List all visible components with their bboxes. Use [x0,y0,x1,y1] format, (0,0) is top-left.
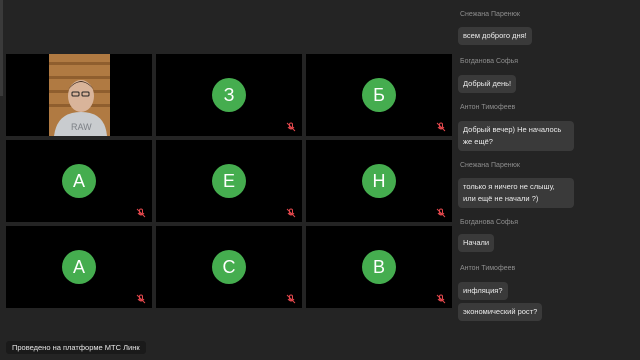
chat-message: только я ничего не слышу, или ещё не нач… [458,178,574,208]
participant-avatar: Н [362,164,396,198]
mic-muted-icon [436,294,446,304]
chat-author: Богданова Софья [460,58,519,65]
participant-tile[interactable]: А [6,226,152,308]
svg-text:RAW: RAW [71,122,92,132]
chat-panel: Снежана Паренюк всем доброго дня! Богдан… [452,0,640,360]
mic-muted-icon [436,122,446,132]
chat-message: инфляция? [458,282,508,300]
participant-avatar: А [62,164,96,198]
chat-message: Добрый вечер) Не началось же ещё? [458,121,574,151]
window-edge [0,0,3,96]
participant-avatar: В [362,250,396,284]
chat-message: экономический рост? [458,303,543,321]
participant-tile[interactable]: Б [306,54,452,136]
participant-avatar: Б [362,78,396,112]
participant-tile[interactable]: С [156,226,302,308]
chat-author: Антон Тимофеев [460,265,516,272]
platform-footer-label: Проведено на платформе МТС Линк [6,341,146,354]
chat-message: Начали [458,234,495,252]
mic-muted-icon [286,294,296,304]
participant-tile-video[interactable]: RAW [6,54,152,136]
participant-avatar: Е [212,164,246,198]
participant-video-feed: RAW [49,54,110,136]
participant-tile[interactable]: Н [306,140,452,222]
mic-muted-icon [436,208,446,218]
participant-tile[interactable]: З [156,54,302,136]
participant-tile[interactable]: В [306,226,452,308]
mic-muted-icon [286,208,296,218]
chat-author: Богданова Софья [460,219,519,226]
participant-avatar: А [62,250,96,284]
chat-author: Антон Тимофеев [460,104,516,111]
participant-tile[interactable]: Е [156,140,302,222]
mic-muted-icon [136,294,146,304]
chat-author: Снежана Паренюк [460,11,520,18]
chat-message: всем доброго дня! [458,27,532,45]
participant-tile[interactable]: А [6,140,152,222]
mic-muted-icon [136,208,146,218]
chat-message: Добрый день! [458,75,517,93]
video-grid: RAW З Б А Е Н А С В [6,54,452,308]
participant-avatar: С [212,250,246,284]
chat-author: Снежана Паренюк [460,162,520,169]
mic-muted-icon [286,122,296,132]
participant-avatar: З [212,78,246,112]
